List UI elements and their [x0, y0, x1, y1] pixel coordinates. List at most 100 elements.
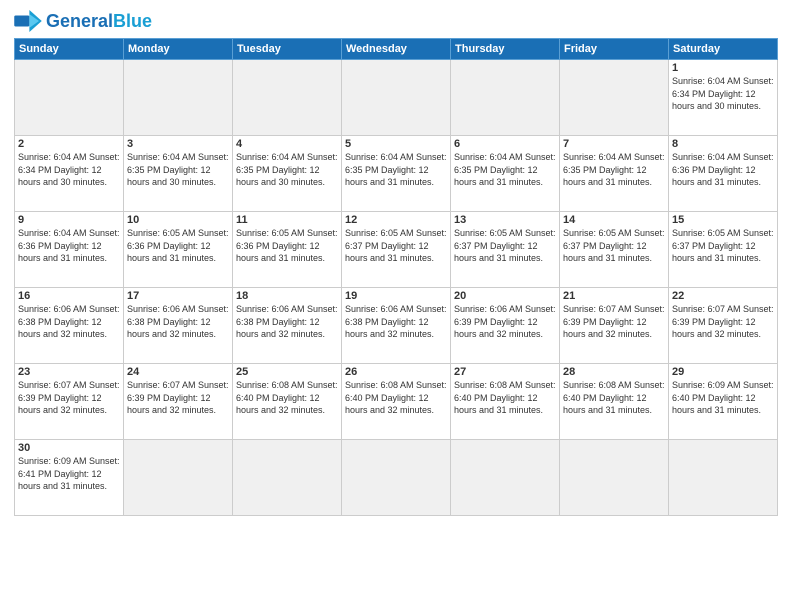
- calendar-cell: 7Sunrise: 6:04 AM Sunset: 6:35 PM Daylig…: [560, 136, 669, 212]
- calendar-cell: 21Sunrise: 6:07 AM Sunset: 6:39 PM Dayli…: [560, 288, 669, 364]
- day-info: Sunrise: 6:06 AM Sunset: 6:39 PM Dayligh…: [454, 303, 556, 341]
- calendar-cell: 25Sunrise: 6:08 AM Sunset: 6:40 PM Dayli…: [233, 364, 342, 440]
- day-info: Sunrise: 6:07 AM Sunset: 6:39 PM Dayligh…: [18, 379, 120, 417]
- day-number: 25: [236, 366, 338, 378]
- day-number: 14: [563, 214, 665, 226]
- calendar-cell: 2Sunrise: 6:04 AM Sunset: 6:34 PM Daylig…: [15, 136, 124, 212]
- calendar-cell: [124, 60, 233, 136]
- day-info: Sunrise: 6:07 AM Sunset: 6:39 PM Dayligh…: [672, 303, 774, 341]
- calendar-cell: 30Sunrise: 6:09 AM Sunset: 6:41 PM Dayli…: [15, 440, 124, 516]
- header: GeneralBlue: [14, 10, 778, 32]
- day-info: Sunrise: 6:07 AM Sunset: 6:39 PM Dayligh…: [563, 303, 665, 341]
- calendar-cell: 27Sunrise: 6:08 AM Sunset: 6:40 PM Dayli…: [451, 364, 560, 440]
- logo-blue: Blue: [113, 11, 152, 31]
- header-sunday: Sunday: [15, 39, 124, 60]
- day-number: 23: [18, 366, 120, 378]
- calendar-cell: 16Sunrise: 6:06 AM Sunset: 6:38 PM Dayli…: [15, 288, 124, 364]
- logo: GeneralBlue: [14, 10, 152, 32]
- calendar-cell: 1Sunrise: 6:04 AM Sunset: 6:34 PM Daylig…: [669, 60, 778, 136]
- day-info: Sunrise: 6:05 AM Sunset: 6:37 PM Dayligh…: [454, 227, 556, 265]
- day-number: 27: [454, 366, 556, 378]
- calendar-cell: 22Sunrise: 6:07 AM Sunset: 6:39 PM Dayli…: [669, 288, 778, 364]
- calendar-cell: [560, 440, 669, 516]
- day-number: 21: [563, 290, 665, 302]
- day-number: 29: [672, 366, 774, 378]
- calendar-cell: [342, 440, 451, 516]
- calendar-cell: 15Sunrise: 6:05 AM Sunset: 6:37 PM Dayli…: [669, 212, 778, 288]
- day-number: 2: [18, 138, 120, 150]
- calendar-cell: 24Sunrise: 6:07 AM Sunset: 6:39 PM Dayli…: [124, 364, 233, 440]
- day-number: 3: [127, 138, 229, 150]
- header-monday: Monday: [124, 39, 233, 60]
- calendar: Sunday Monday Tuesday Wednesday Thursday…: [14, 38, 778, 516]
- day-info: Sunrise: 6:04 AM Sunset: 6:35 PM Dayligh…: [454, 151, 556, 189]
- calendar-cell: 6Sunrise: 6:04 AM Sunset: 6:35 PM Daylig…: [451, 136, 560, 212]
- day-number: 13: [454, 214, 556, 226]
- day-info: Sunrise: 6:08 AM Sunset: 6:40 PM Dayligh…: [345, 379, 447, 417]
- header-friday: Friday: [560, 39, 669, 60]
- calendar-cell: 3Sunrise: 6:04 AM Sunset: 6:35 PM Daylig…: [124, 136, 233, 212]
- calendar-cell: 4Sunrise: 6:04 AM Sunset: 6:35 PM Daylig…: [233, 136, 342, 212]
- header-saturday: Saturday: [669, 39, 778, 60]
- day-info: Sunrise: 6:04 AM Sunset: 6:34 PM Dayligh…: [18, 151, 120, 189]
- day-info: Sunrise: 6:05 AM Sunset: 6:36 PM Dayligh…: [236, 227, 338, 265]
- calendar-cell: 9Sunrise: 6:04 AM Sunset: 6:36 PM Daylig…: [15, 212, 124, 288]
- day-number: 16: [18, 290, 120, 302]
- calendar-week-row: 23Sunrise: 6:07 AM Sunset: 6:39 PM Dayli…: [15, 364, 778, 440]
- logo-icon: [14, 10, 42, 32]
- calendar-cell: 20Sunrise: 6:06 AM Sunset: 6:39 PM Dayli…: [451, 288, 560, 364]
- calendar-cell: [15, 60, 124, 136]
- calendar-week-row: 1Sunrise: 6:04 AM Sunset: 6:34 PM Daylig…: [15, 60, 778, 136]
- day-info: Sunrise: 6:05 AM Sunset: 6:37 PM Dayligh…: [672, 227, 774, 265]
- day-info: Sunrise: 6:04 AM Sunset: 6:35 PM Dayligh…: [236, 151, 338, 189]
- day-number: 24: [127, 366, 229, 378]
- day-number: 4: [236, 138, 338, 150]
- day-number: 19: [345, 290, 447, 302]
- header-wednesday: Wednesday: [342, 39, 451, 60]
- day-info: Sunrise: 6:04 AM Sunset: 6:35 PM Dayligh…: [127, 151, 229, 189]
- calendar-week-row: 16Sunrise: 6:06 AM Sunset: 6:38 PM Dayli…: [15, 288, 778, 364]
- day-number: 15: [672, 214, 774, 226]
- calendar-cell: 14Sunrise: 6:05 AM Sunset: 6:37 PM Dayli…: [560, 212, 669, 288]
- logo-text: GeneralBlue: [46, 12, 152, 30]
- logo-general: General: [46, 11, 113, 31]
- header-thursday: Thursday: [451, 39, 560, 60]
- calendar-cell: 23Sunrise: 6:07 AM Sunset: 6:39 PM Dayli…: [15, 364, 124, 440]
- day-number: 7: [563, 138, 665, 150]
- calendar-cell: 10Sunrise: 6:05 AM Sunset: 6:36 PM Dayli…: [124, 212, 233, 288]
- calendar-cell: 5Sunrise: 6:04 AM Sunset: 6:35 PM Daylig…: [342, 136, 451, 212]
- day-number: 20: [454, 290, 556, 302]
- calendar-cell: 19Sunrise: 6:06 AM Sunset: 6:38 PM Dayli…: [342, 288, 451, 364]
- day-number: 18: [236, 290, 338, 302]
- day-info: Sunrise: 6:04 AM Sunset: 6:35 PM Dayligh…: [563, 151, 665, 189]
- calendar-cell: [124, 440, 233, 516]
- calendar-cell: 29Sunrise: 6:09 AM Sunset: 6:40 PM Dayli…: [669, 364, 778, 440]
- calendar-cell: 11Sunrise: 6:05 AM Sunset: 6:36 PM Dayli…: [233, 212, 342, 288]
- day-number: 1: [672, 62, 774, 74]
- calendar-cell: [560, 60, 669, 136]
- day-number: 10: [127, 214, 229, 226]
- day-number: 17: [127, 290, 229, 302]
- day-number: 28: [563, 366, 665, 378]
- page: GeneralBlue Sunday Monday Tuesday Wednes…: [0, 0, 792, 612]
- calendar-cell: [451, 440, 560, 516]
- day-info: Sunrise: 6:05 AM Sunset: 6:36 PM Dayligh…: [127, 227, 229, 265]
- day-info: Sunrise: 6:04 AM Sunset: 6:36 PM Dayligh…: [672, 151, 774, 189]
- calendar-cell: 26Sunrise: 6:08 AM Sunset: 6:40 PM Dayli…: [342, 364, 451, 440]
- day-number: 30: [18, 442, 120, 454]
- calendar-week-row: 2Sunrise: 6:04 AM Sunset: 6:34 PM Daylig…: [15, 136, 778, 212]
- day-info: Sunrise: 6:09 AM Sunset: 6:40 PM Dayligh…: [672, 379, 774, 417]
- day-info: Sunrise: 6:04 AM Sunset: 6:34 PM Dayligh…: [672, 75, 774, 113]
- day-number: 5: [345, 138, 447, 150]
- day-number: 6: [454, 138, 556, 150]
- day-number: 8: [672, 138, 774, 150]
- day-number: 11: [236, 214, 338, 226]
- calendar-cell: [342, 60, 451, 136]
- day-info: Sunrise: 6:05 AM Sunset: 6:37 PM Dayligh…: [563, 227, 665, 265]
- calendar-cell: [451, 60, 560, 136]
- calendar-week-row: 9Sunrise: 6:04 AM Sunset: 6:36 PM Daylig…: [15, 212, 778, 288]
- calendar-cell: 13Sunrise: 6:05 AM Sunset: 6:37 PM Dayli…: [451, 212, 560, 288]
- calendar-cell: [233, 60, 342, 136]
- day-info: Sunrise: 6:04 AM Sunset: 6:36 PM Dayligh…: [18, 227, 120, 265]
- day-info: Sunrise: 6:08 AM Sunset: 6:40 PM Dayligh…: [236, 379, 338, 417]
